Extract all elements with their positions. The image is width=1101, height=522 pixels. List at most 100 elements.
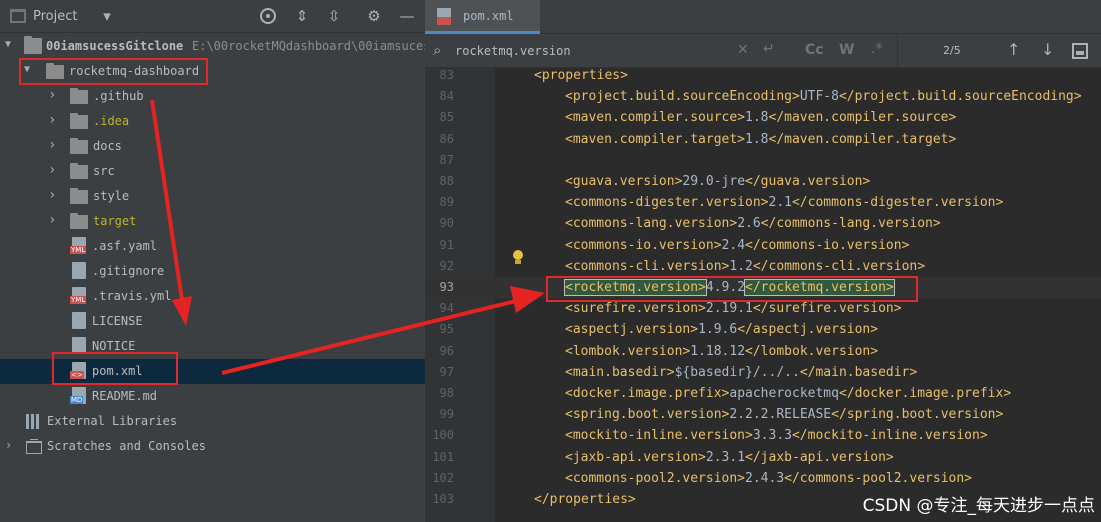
- code-text: <commons-pool2.version>2.4.3</commons-po…: [565, 468, 972, 489]
- locate-file-icon[interactable]: [258, 6, 278, 26]
- code-line[interactable]: 90 <commons-lang.version>2.6</commons-lan…: [425, 213, 1101, 234]
- line-number: 91: [439, 237, 454, 252]
- xml-text: ${basedir}/../..: [674, 364, 800, 380]
- scratches[interactable]: › Scratches and Consoles: [0, 434, 425, 459]
- tree-root[interactable]: ▼ 00iamsucessGitclone E:\00rocketMQdashb…: [0, 34, 430, 59]
- code-line[interactable]: 84 <project.build.sourceEncoding>UTF-8</p…: [425, 86, 1101, 107]
- code-line[interactable]: 100 <mockito-inline.version>3.3.3</mockit…: [425, 425, 1101, 446]
- gear-icon[interactable]: ⚙: [364, 6, 384, 26]
- external-libraries-label: External Libraries: [47, 414, 178, 428]
- tree-item[interactable]: MD README.md: [0, 384, 425, 409]
- line-number: 94: [439, 301, 454, 316]
- line-number: 88: [439, 174, 454, 188]
- code-line[interactable]: 102 <commons-pool2.version>2.4.3</commons…: [425, 468, 1101, 489]
- tree-item[interactable]: › .github: [0, 84, 425, 109]
- tree-item-label: target: [93, 214, 137, 228]
- xml-text: 1.8: [745, 110, 769, 126]
- tree-item-label: style: [93, 189, 130, 203]
- line-number: 87: [439, 152, 454, 167]
- find-bar: ⌕ ✕ ↵ Cc W .* 2/5 ↑ ↓: [425, 34, 1101, 68]
- module-folder-icon: [24, 36, 42, 54]
- code-line[interactable]: 101 <jaxb-api.version>2.3.1</jaxb-api.ver…: [425, 447, 1101, 468]
- tab-pom-xml[interactable]: pom.xml: [425, 0, 540, 34]
- words-button[interactable]: W: [839, 42, 854, 58]
- code-text: <commons-digester.version>2.1</commons-d…: [565, 192, 1003, 213]
- tree-item[interactable]: › .idea: [0, 109, 425, 134]
- line-number: 93: [439, 280, 454, 294]
- xml-tag: <main.basedir>: [565, 364, 675, 380]
- xml-tag: <commons-lang.version>: [565, 216, 738, 232]
- code-text: <aspectj.version>1.9.6</aspectj.version>: [565, 319, 878, 340]
- code-line[interactable]: 99 <spring.boot.version>2.2.2.RELEASE</sp…: [425, 404, 1101, 425]
- chevron-down-icon[interactable]: ▼: [5, 39, 17, 51]
- new-line-icon[interactable]: ↵: [763, 41, 775, 57]
- chevron-right-icon[interactable]: ›: [48, 162, 60, 178]
- project-view-icon: [10, 9, 26, 23]
- chevron-right-icon[interactable]: ›: [48, 212, 60, 228]
- chevron-right-icon[interactable]: ›: [48, 187, 60, 203]
- code-line[interactable]: 87: [425, 150, 1101, 171]
- code-line[interactable]: 98 <docker.image.prefix>apacherocketmq</d…: [425, 383, 1101, 404]
- xml-tag: </aspectj.version>: [737, 322, 879, 338]
- tree-item-label: NOTICE: [92, 339, 136, 353]
- clear-search-icon[interactable]: ✕: [737, 42, 749, 58]
- xml-text: 3.3.3: [752, 428, 792, 444]
- tree-item[interactable]: › target: [0, 209, 425, 234]
- chevron-right-icon[interactable]: ›: [5, 438, 17, 452]
- xml-tag: <jaxb-api.version>: [565, 449, 706, 465]
- tree-item[interactable]: .gitignore: [0, 259, 425, 284]
- code-text: <docker.image.prefix>apacherocketmq</doc…: [565, 383, 1011, 404]
- code-text: <mockito-inline.version>3.3.3</mockito-i…: [565, 425, 988, 446]
- code-line[interactable]: 86 <maven.compiler.target>1.8</maven.comp…: [425, 129, 1101, 150]
- match-count: 2/5: [943, 44, 961, 57]
- tree-item[interactable]: › docs: [0, 134, 425, 159]
- tree-item[interactable]: › style: [0, 184, 425, 209]
- xml-tag: <aspectj.version>: [565, 322, 699, 338]
- code-line[interactable]: 88 <guava.version>29.0-jre</guava.version…: [425, 171, 1101, 192]
- code-line[interactable]: 97 <main.basedir>${basedir}/../..</main.b…: [425, 362, 1101, 383]
- collapse-all-icon[interactable]: ⇳: [324, 6, 344, 26]
- expand-all-icon[interactable]: ⇕: [292, 6, 312, 26]
- folder-icon: [70, 163, 88, 179]
- watermark: CSDN @专注_每天进步一点点: [862, 496, 1095, 516]
- xml-text: 1.2: [729, 258, 753, 274]
- xml-tag: </lombok.version>: [745, 343, 879, 359]
- xml-tag: <spring.boot.version>: [565, 407, 730, 423]
- xml-tag: </commons-io.version>: [745, 237, 910, 253]
- search-input[interactable]: [455, 41, 725, 61]
- chevron-right-icon[interactable]: ›: [48, 137, 60, 153]
- code-line[interactable]: 91 <commons-io.version>2.4</commons-io.ve…: [425, 235, 1101, 256]
- tree-item[interactable]: YML .asf.yaml: [0, 234, 425, 259]
- code-line[interactable]: 83 <properties>: [425, 65, 1101, 86]
- code-line[interactable]: 85 <maven.compiler.source>1.8</maven.comp…: [425, 107, 1101, 128]
- code-line[interactable]: 92 <commons-cli.version>1.2</commons-cli.…: [425, 256, 1101, 277]
- tree-item[interactable]: LICENSE: [0, 309, 425, 334]
- code-line[interactable]: 96 <lombok.version>1.18.12</lombok.versio…: [425, 341, 1101, 362]
- search-icon[interactable]: ⌕: [433, 41, 441, 59]
- code-line[interactable]: 89 <commons-digester.version>2.1</commons…: [425, 192, 1101, 213]
- tree-item[interactable]: › src: [0, 159, 425, 184]
- minimize-icon[interactable]: —: [397, 6, 417, 26]
- regex-button[interactable]: .*: [871, 41, 882, 57]
- root-path: E:\00rocketMQdashboard\00iamsuces: [192, 39, 431, 53]
- xml-tag: </docker.image.prefix>: [838, 386, 1012, 401]
- tree-item-label: .asf.yaml: [92, 239, 158, 253]
- view-dropdown-icon[interactable]: ▾: [97, 6, 117, 26]
- tree-item[interactable]: YML .travis.yml: [0, 284, 425, 309]
- line-number: 85: [439, 110, 454, 125]
- match-case-button[interactable]: Cc: [805, 42, 824, 58]
- xml-tag: <properties>: [534, 68, 628, 83]
- highlight-box-pom: [52, 352, 178, 385]
- line-number: 97: [439, 364, 454, 379]
- tree-item-label: docs: [93, 139, 122, 153]
- code-line[interactable]: 95 <aspectj.version>1.9.6</aspectj.versio…: [425, 319, 1101, 340]
- external-libraries[interactable]: External Libraries: [0, 409, 425, 434]
- previous-occurrence-icon[interactable]: ↑: [1007, 40, 1020, 59]
- yml-file-icon: YML: [70, 237, 87, 254]
- xml-tag: </main.basedir>: [799, 364, 918, 380]
- chevron-right-icon[interactable]: ›: [48, 87, 60, 103]
- next-occurrence-icon[interactable]: ↓: [1041, 40, 1054, 59]
- tree-item-label: src: [93, 164, 115, 178]
- filter-icon[interactable]: [1072, 43, 1088, 59]
- chevron-right-icon[interactable]: ›: [48, 112, 60, 128]
